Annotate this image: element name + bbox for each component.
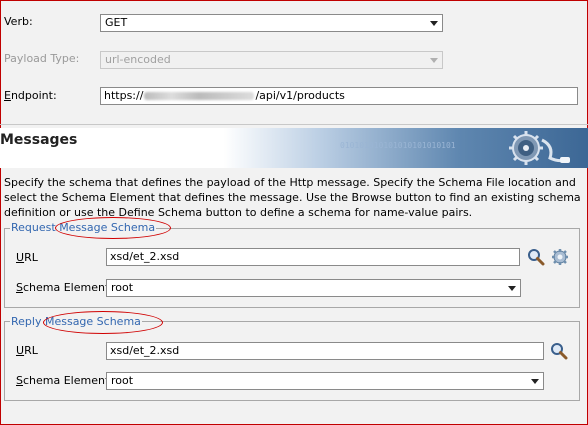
search-icon[interactable]	[550, 342, 568, 360]
reply-element-label: Schema Element	[16, 374, 110, 387]
endpoint-label: Endpoint:	[4, 89, 57, 102]
reply-url-input[interactable]: xsd/et_2.xsd	[106, 342, 544, 360]
payload-type-select[interactable]: url-encoded	[100, 51, 443, 69]
reply-url-label: URL	[16, 344, 38, 357]
chevron-down-icon	[508, 286, 516, 291]
reply-element-select[interactable]: root	[106, 372, 544, 390]
request-element-value: root	[111, 281, 134, 294]
payload-type-label: Payload Type:	[4, 52, 80, 65]
request-element-select[interactable]: root	[106, 279, 521, 297]
verb-select[interactable]: GET	[100, 14, 443, 32]
messages-description: Specify the schema that defines the payl…	[4, 176, 581, 219]
chevron-down-icon	[430, 21, 438, 26]
gear-icon[interactable]	[551, 248, 569, 266]
request-url-input[interactable]: xsd/et_2.xsd	[106, 248, 520, 266]
verb-select-value: GET	[105, 16, 128, 29]
chevron-down-icon	[531, 379, 539, 384]
banner-gear-icon	[509, 131, 570, 165]
chevron-down-icon	[430, 58, 438, 63]
reply-annotation-oval	[43, 311, 163, 334]
search-icon[interactable]	[527, 248, 545, 266]
payload-type-value: url-encoded	[105, 53, 171, 66]
banner-binary-text: 010101010101010101010101	[340, 141, 456, 150]
reply-element-value: root	[111, 374, 134, 387]
request-url-label: URL	[16, 251, 38, 264]
request-annotation-oval	[55, 217, 171, 239]
messages-title: Messages	[0, 132, 78, 148]
endpoint-suffix: /api/v1/products	[255, 89, 345, 102]
redacted-host	[144, 92, 255, 100]
endpoint-prefix: https://	[104, 89, 144, 102]
section-divider	[0, 124, 588, 125]
request-element-label: Schema Element	[16, 281, 110, 294]
verb-label: Verb:	[4, 15, 33, 28]
endpoint-input[interactable]: https:// /api/v1/products	[100, 87, 578, 105]
